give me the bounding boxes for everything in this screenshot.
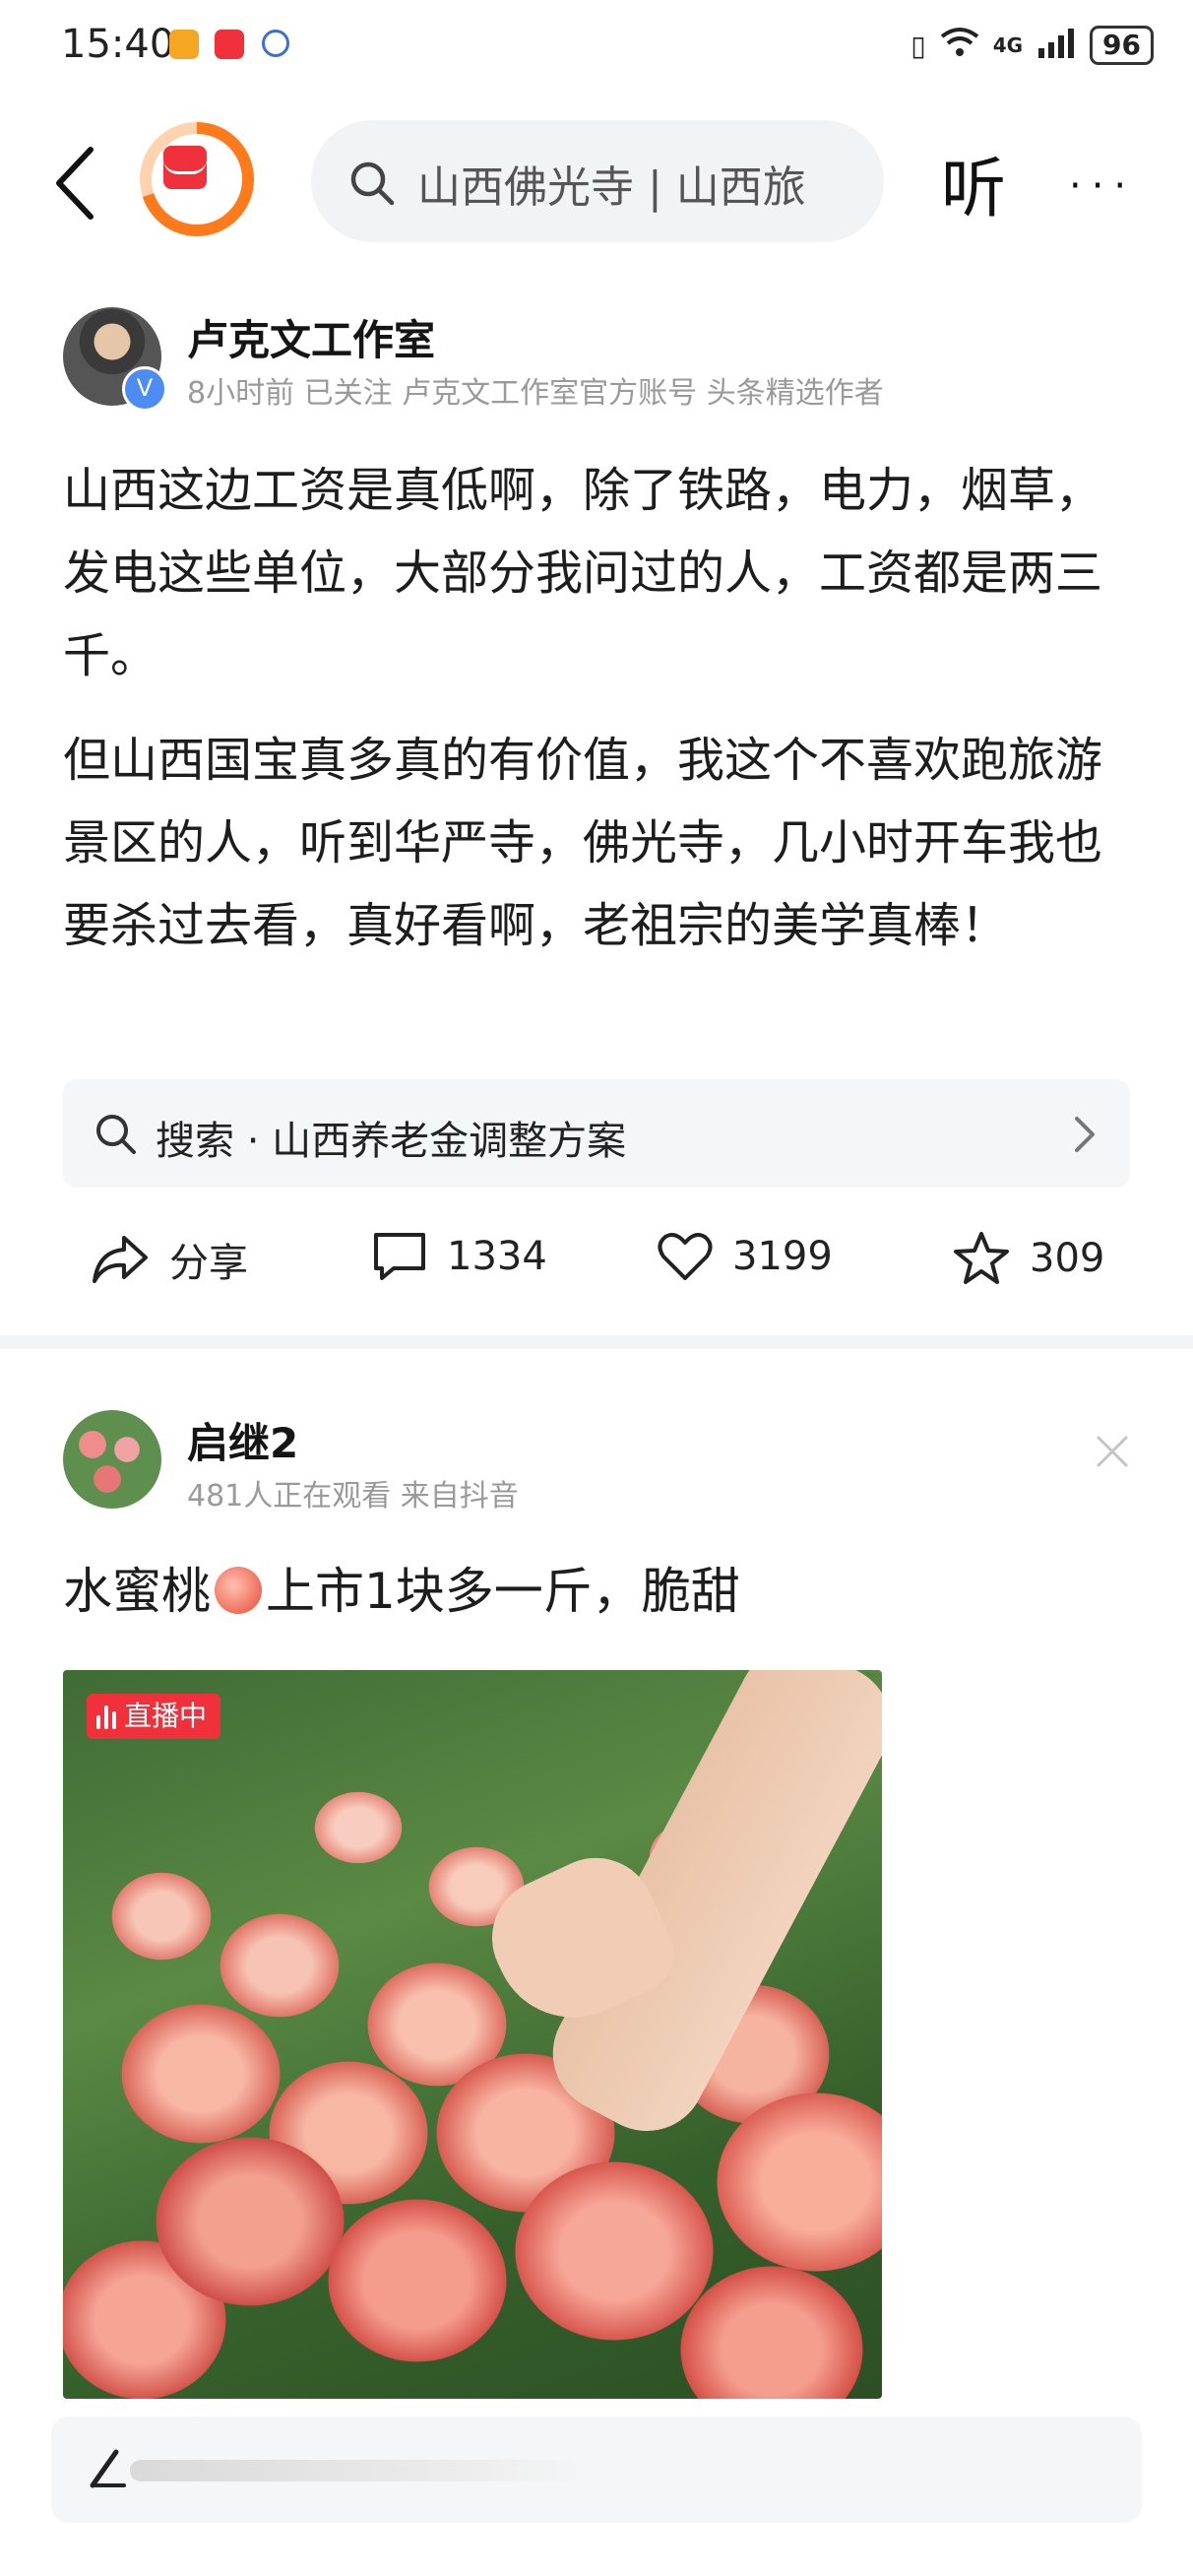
live-meta: 481人正在观看 来自抖音 [187, 1479, 519, 1513]
live-title-suffix: 上市1块多一斤，脆甜 [266, 1563, 740, 1620]
live-badge: 直播中 [87, 1694, 221, 1739]
chevron-right-icon [1075, 1117, 1095, 1152]
post-paragraph-2: 但山西国宝真多真的有价值，我这个不喜欢跑旅游景区的人，听到华严寺，佛光寺，几小时… [63, 733, 1103, 953]
battery-icon: 96 [1090, 26, 1154, 65]
like-button[interactable]: 3199 [658, 1231, 833, 1282]
comment-input-bar[interactable] [51, 2416, 1142, 2523]
favorite-button[interactable]: 309 [953, 1231, 1104, 1286]
red-packet-logo-button[interactable] [140, 122, 254, 236]
wifi-icon [940, 27, 979, 65]
share-button[interactable]: 分享 [91, 1231, 248, 1288]
live-stream-thumbnail[interactable]: 直播中 [63, 1670, 882, 2399]
verified-badge-icon: V [122, 366, 167, 412]
author-name[interactable]: 卢克文工作室 [187, 307, 435, 367]
post-paragraph-1: 山西这边工资是真低啊，除了铁路，电力，烟草，发电这些单位，大部分我问过的人，工资… [63, 463, 1103, 683]
input-placeholder-blur [130, 2460, 593, 2481]
post-meta: 8小时前 已关注 卢克文工作室官方账号 头条精选作者 [187, 376, 884, 411]
comment-icon [374, 1233, 425, 1280]
app-red-icon [215, 30, 244, 59]
search-suggestion-bar[interactable]: 搜索 · 山西养老金调整方案 [63, 1079, 1130, 1188]
comment-button[interactable]: 1334 [372, 1231, 547, 1282]
app-orange-icon [169, 30, 199, 59]
author-avatar[interactable] [63, 1410, 161, 1509]
dismiss-button[interactable] [1095, 1434, 1130, 1473]
feed-divider [0, 1335, 1193, 1349]
vibrate-icon: ▯ [910, 29, 926, 62]
share-label: 分享 [169, 1241, 248, 1286]
favorite-count: 309 [1030, 1236, 1105, 1281]
back-button[interactable] [47, 144, 106, 223]
signal-icon [1036, 27, 1076, 65]
live-title[interactable]: 水蜜桃 上市1块多一斤，脆甜 [63, 1552, 740, 1623]
search-query-text: 山西佛光寺 | 山西旅 [417, 162, 806, 213]
author-name[interactable]: 启继2 [187, 1410, 298, 1470]
share-icon [93, 1236, 148, 1283]
status-time: 15:40 [61, 22, 175, 67]
live-bars-icon [96, 1704, 116, 1729]
live-badge-label: 直播中 [124, 1700, 208, 1732]
close-icon [1097, 1436, 1128, 1467]
peach-icon [215, 1567, 262, 1614]
top-nav-bar: 山西佛光寺 | 山西旅 听 ··· [0, 108, 1193, 256]
chevron-left-icon [56, 147, 94, 220]
listen-button[interactable]: 听 [941, 136, 1006, 230]
like-count: 3199 [732, 1234, 833, 1279]
search-bar[interactable]: 山西佛光寺 | 山西旅 [311, 120, 884, 242]
comment-count: 1334 [447, 1234, 547, 1279]
status-bar: 15:40 ▯ 4G 96 [0, 0, 1193, 98]
search-suggestion-text: 搜索 · 山西养老金调整方案 [156, 1119, 627, 1164]
post-action-bar: 分享 1334 3199 309 [0, 1221, 1193, 1292]
search-icon [350, 161, 395, 206]
status-right-group: ▯ 4G 96 [910, 26, 1154, 65]
search-icon [96, 1115, 136, 1154]
star-icon [954, 1232, 1009, 1284]
baidu-icon [262, 30, 289, 57]
pen-icon [90, 2449, 126, 2488]
more-options-button[interactable]: ··· [1069, 163, 1136, 209]
network-type: 4G [992, 33, 1024, 57]
live-title-prefix: 水蜜桃 [63, 1563, 211, 1620]
red-envelope-icon [163, 146, 207, 189]
heart-icon [658, 1233, 713, 1280]
